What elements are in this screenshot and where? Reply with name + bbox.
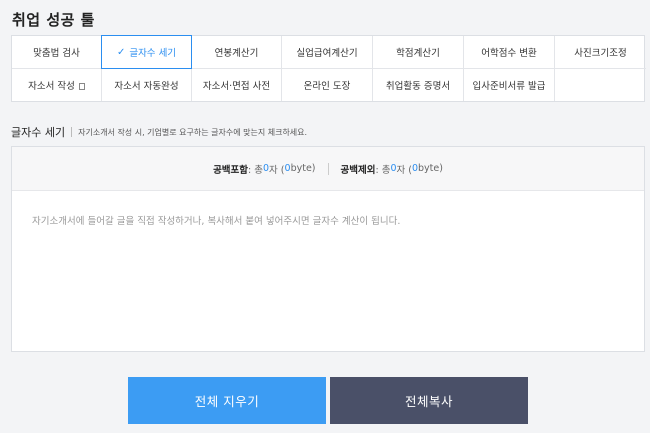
tool-empty-cell bbox=[555, 69, 646, 101]
tool-label: 자소서 자동완성 bbox=[114, 81, 179, 92]
text-input[interactable] bbox=[12, 191, 644, 351]
tool-resume-autocomplete[interactable]: 자소서 자동완성 bbox=[102, 69, 192, 101]
tool-label: 글자수 세기 bbox=[129, 48, 177, 59]
character-counter: 공백포함 : 총 0 자 ( 0 byte) 공백제외 : 총 0 자 ( 0 … bbox=[12, 147, 644, 191]
section-header: 글자수 세기 자기소개서 작성 시, 기업별로 요구하는 글자수에 맞는지 체크… bbox=[11, 124, 307, 140]
tool-label: 어학점수 변환 bbox=[481, 48, 537, 59]
tool-label: 사진크기조정 bbox=[574, 48, 627, 59]
tool-resume-writing[interactable]: 자소서 작성 bbox=[12, 69, 102, 101]
tool-menu: 맞춤법 검사 ✓ 글자수 세기 연봉계산기 실업급여계산기 학점계산기 어학점수 … bbox=[11, 35, 646, 102]
tool-label: 맞춤법 검사 bbox=[33, 48, 80, 59]
tool-label: 실업급여계산기 bbox=[296, 48, 358, 59]
tool-job-activity-certificate[interactable]: 취업활동 증명서 bbox=[373, 69, 464, 101]
without-space-prefix: : 총 bbox=[375, 164, 391, 176]
tool-label: 취업활동 증명서 bbox=[385, 81, 451, 92]
counter-panel: 공백포함 : 총 0 자 ( 0 byte) 공백제외 : 총 0 자 ( 0 … bbox=[11, 146, 645, 352]
without-space-label: 공백제외 bbox=[340, 164, 376, 176]
with-space-suffix: 자 ( bbox=[269, 164, 285, 176]
tool-language-score-convert[interactable]: 어학점수 변환 bbox=[464, 36, 555, 69]
tool-salary-calculator[interactable]: 연봉계산기 bbox=[192, 36, 282, 69]
with-space-prefix: : 총 bbox=[248, 164, 263, 176]
tool-character-count[interactable]: ✓ 글자수 세기 bbox=[101, 35, 192, 69]
tool-online-stamp[interactable]: 온라인 도장 bbox=[282, 69, 373, 101]
tool-document-issuance[interactable]: 입사준비서류 발급 bbox=[464, 69, 555, 101]
tool-photo-resize[interactable]: 사진크기조정 bbox=[555, 36, 646, 69]
tool-spell-check[interactable]: 맞춤법 검사 bbox=[12, 36, 102, 69]
tool-unemployment-calculator[interactable]: 실업급여계산기 bbox=[282, 36, 373, 69]
without-space-suffix: 자 ( bbox=[396, 164, 412, 176]
page-title: 취업 성공 툴 bbox=[12, 11, 95, 29]
tool-gpa-calculator[interactable]: 학점계산기 bbox=[373, 36, 464, 69]
document-icon bbox=[78, 82, 85, 90]
divider bbox=[327, 162, 329, 175]
copy-all-button[interactable]: 전체복사 bbox=[330, 377, 528, 424]
tool-interview-dictionary[interactable]: 자소서·면접 사전 bbox=[192, 69, 282, 101]
clear-all-button[interactable]: 전체 지우기 bbox=[128, 377, 326, 424]
section-description: 자기소개서 작성 시, 기업별로 요구하는 글자수에 맞는지 체크하세요. bbox=[78, 127, 308, 137]
section-title: 글자수 세기 bbox=[11, 126, 66, 139]
with-space-unit: byte) bbox=[290, 163, 316, 174]
tool-label: 연봉계산기 bbox=[214, 48, 259, 59]
without-space-unit: byte) bbox=[418, 163, 443, 174]
tool-label: 온라인 도장 bbox=[303, 81, 351, 92]
tool-label: 자소서·면접 사전 bbox=[202, 81, 271, 92]
tool-label: 자소서 작성 bbox=[28, 81, 75, 92]
tool-label: 입사준비서류 발급 bbox=[472, 81, 546, 92]
with-space-label: 공백포함 bbox=[213, 164, 249, 176]
check-icon: ✓ bbox=[116, 46, 126, 58]
divider bbox=[71, 127, 73, 137]
tool-label: 학점계산기 bbox=[396, 48, 440, 59]
